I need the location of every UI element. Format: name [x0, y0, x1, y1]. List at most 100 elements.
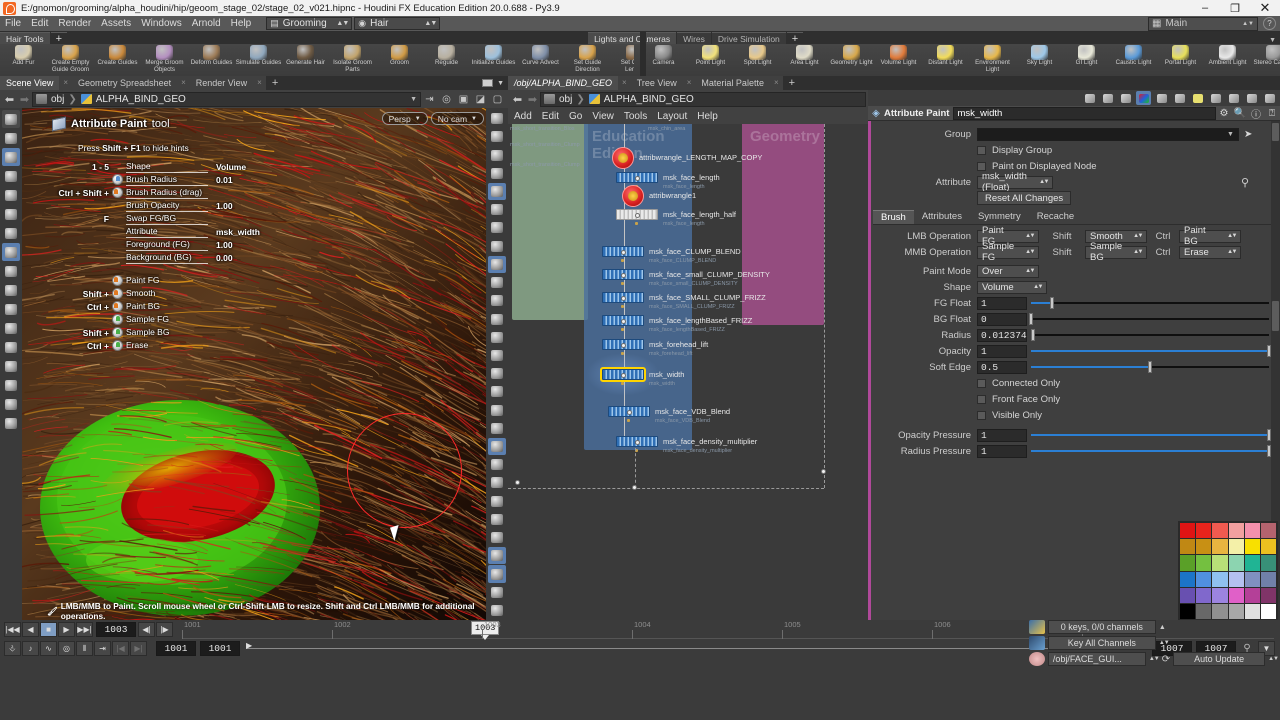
info-icon[interactable]	[488, 584, 506, 601]
network-menu-go[interactable]: Go	[569, 111, 582, 122]
network-add-tab-button[interactable]: +	[783, 76, 801, 90]
node-bypass-flag[interactable]	[621, 305, 624, 308]
shelf-tool-add-fur-icon[interactable]: Add Fur	[0, 44, 47, 76]
palette-swatch[interactable]	[1196, 539, 1211, 554]
snap-icon[interactable]	[2, 338, 20, 356]
shelf-tool-geometry-light-icon[interactable]: Geometry Light	[828, 44, 875, 76]
lock-icon[interactable]	[2, 148, 20, 166]
folder-tab-symmetry[interactable]: Symmetry	[970, 210, 1029, 224]
shelf-tool-caustic-light-icon[interactable]: Caustic Light	[1110, 44, 1157, 76]
shelf-tab-hair-tools[interactable]: Hair Tools	[0, 32, 50, 44]
path-dropdown-icon[interactable]: ▼	[410, 96, 417, 103]
persp-selector[interactable]: Persp ▼	[382, 112, 428, 125]
shelf-tool-camera-icon[interactable]: Camera	[640, 44, 687, 76]
network-node[interactable]: attribwrangle_LENGTH_MAP_COPY	[612, 152, 762, 163]
tab-network-close[interactable]: ×	[618, 76, 631, 90]
nav-back-icon[interactable]: ⬅	[2, 93, 17, 106]
menu-file[interactable]: File	[0, 16, 26, 32]
network-node[interactable]: msk_face_VDB_Blendmsk_face_VDB_Blend	[608, 406, 730, 417]
node-display-flag[interactable]	[635, 176, 640, 181]
shelf-tool-stereo-camera-icon[interactable]: Stereo Camera	[1251, 44, 1280, 76]
search-icon[interactable]: 🔍	[1232, 108, 1248, 119]
shelf-add-tab-button-right[interactable]: +	[787, 32, 803, 44]
tab-material-palette-close[interactable]: ×	[770, 76, 783, 90]
grid-icon[interactable]	[488, 420, 506, 437]
curve-icon[interactable]: ∿	[40, 641, 57, 656]
node-path-field[interactable]: /obj/FACE_GUI...	[1048, 652, 1146, 666]
axis-icon[interactable]	[488, 474, 506, 491]
mmb-shift-menu[interactable]: Sample BG ▲▼	[1085, 246, 1147, 259]
light-display-icon[interactable]	[488, 201, 506, 218]
group-field[interactable]	[977, 128, 1239, 141]
palette-swatch[interactable]	[1261, 572, 1276, 587]
palette-swatch[interactable]	[1196, 555, 1211, 570]
point-display-icon[interactable]	[488, 165, 506, 182]
network-wire-dot[interactable]	[515, 480, 520, 485]
node-display-flag[interactable]	[621, 296, 626, 301]
paint-node-body[interactable]	[602, 292, 644, 303]
tab-scene-view[interactable]: Scene View	[0, 76, 59, 90]
chevron-updown-icon[interactable]: ▲▼	[1268, 656, 1278, 662]
tab-scene-view-close[interactable]: ×	[59, 76, 72, 90]
palette-swatch[interactable]	[1245, 588, 1260, 603]
palette-swatch[interactable]	[1196, 572, 1211, 587]
rotate-tool-icon[interactable]	[2, 205, 20, 223]
note-icon[interactable]	[1190, 91, 1205, 105]
network-backdrop[interactable]	[512, 124, 588, 320]
guide-display-icon[interactable]	[488, 292, 506, 309]
tab-material-palette[interactable]: Material Palette	[695, 76, 770, 90]
shelf-tool-set-guide-length-icon[interactable]: Set Guide Length	[611, 44, 634, 76]
refresh-icon[interactable]: ⟳	[1162, 654, 1170, 665]
shelf-overflow-icon[interactable]: ▼	[1269, 37, 1280, 44]
shelf-tool-sky-light-icon[interactable]: Sky Light	[1016, 44, 1063, 76]
render-flag-icon[interactable]: ◪	[472, 91, 489, 107]
menu-windows[interactable]: Windows	[136, 16, 187, 32]
close-button[interactable]: ✕	[1250, 0, 1280, 16]
palette-swatch[interactable]	[1245, 604, 1260, 619]
palette-swatch[interactable]	[1212, 604, 1227, 619]
tab-render-view[interactable]: Render View	[190, 76, 253, 90]
tab-geometry-spreadsheet-close[interactable]: ×	[177, 76, 190, 90]
menu-edit[interactable]: Edit	[26, 16, 53, 32]
camera-selector[interactable]: No cam ▼	[431, 112, 484, 125]
pressure-param-field[interactable]: 1	[977, 445, 1027, 458]
contacts-icon[interactable]	[1172, 91, 1187, 105]
update-mode-field[interactable]: Auto Update	[1173, 652, 1265, 666]
paint-node-body[interactable]	[616, 436, 658, 447]
palette-swatch[interactable]	[1180, 588, 1195, 603]
brush-param-slider[interactable]	[1031, 329, 1269, 342]
menu-assets[interactable]: Assets	[96, 16, 136, 32]
material-icon[interactable]	[488, 238, 506, 255]
node-display-flag[interactable]	[621, 250, 626, 255]
tab-render-view-close[interactable]: ×	[253, 76, 266, 90]
shelf-tool-isolate-groom-parts-icon[interactable]: Isolate Groom Parts	[329, 44, 376, 76]
frame-next-icon[interactable]: |▶	[156, 622, 173, 637]
layout-quad-icon[interactable]	[488, 602, 506, 619]
network-node[interactable]: msk_face_CLUMP_BLENDmsk_face_CLUMP_BLEND	[602, 246, 741, 257]
shelf-tool-initialize-guides-icon[interactable]: Initialize Guides	[470, 44, 517, 76]
magnet-b-icon[interactable]	[2, 281, 20, 299]
brush-icon[interactable]	[2, 395, 20, 413]
pressure-param-slider[interactable]	[1031, 429, 1269, 442]
network-canvas[interactable]: Education EditionGeometrymsk_chin_areams…	[508, 124, 868, 620]
display-options-icon[interactable]	[488, 128, 506, 145]
select-arrow-icon[interactable]	[2, 129, 20, 147]
vector-icon[interactable]	[488, 347, 506, 364]
palette-swatch[interactable]	[1261, 523, 1276, 538]
palette-swatch[interactable]	[1212, 523, 1227, 538]
camera-mask-icon[interactable]	[488, 456, 506, 473]
palette-swatch[interactable]	[1180, 523, 1195, 538]
move-tool-icon[interactable]	[2, 186, 20, 204]
palette-swatch[interactable]	[1212, 539, 1227, 554]
slider-knob[interactable]	[1029, 313, 1033, 325]
palette-swatch[interactable]	[1229, 588, 1244, 603]
auto-key-icon[interactable]: ⎀	[4, 641, 21, 656]
snapshot-icon[interactable]	[488, 547, 506, 564]
connected-only-checkbox[interactable]	[977, 379, 986, 388]
network-node[interactable]: msk_widthmsk_width	[602, 369, 684, 380]
paint-node-body[interactable]	[602, 315, 644, 326]
node-bypass-flag[interactable]	[621, 282, 624, 285]
brain-icon[interactable]	[1029, 652, 1045, 666]
shelf-tool-curve-advect-icon[interactable]: Curve Advect	[517, 44, 564, 76]
wrangle-node-body[interactable]	[622, 185, 644, 207]
